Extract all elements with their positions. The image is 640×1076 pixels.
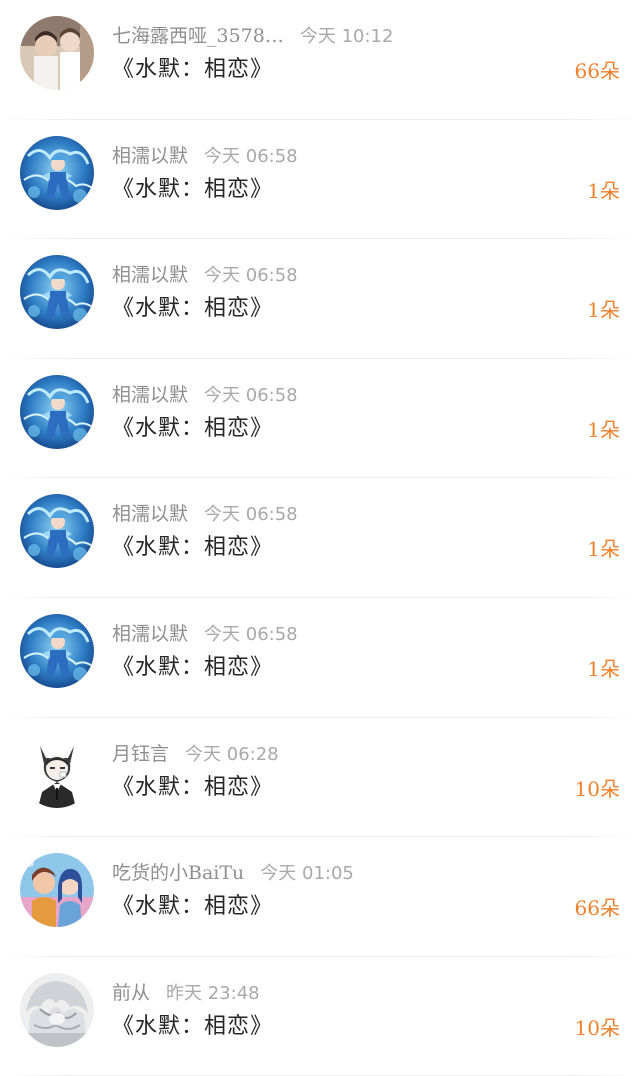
work-title[interactable]: 《水默：相恋》 — [112, 174, 273, 206]
anime-couple-avatar[interactable] — [20, 853, 94, 928]
work-title[interactable]: 《水默：相恋》 — [112, 293, 273, 325]
list-item[interactable]: 前从 昨天 23:48 《水默：相恋》 10朵 — [0, 957, 640, 1076]
list-item[interactable]: 相濡以默 今天 06:58 《水默：相恋》 1朵 — [0, 598, 640, 718]
flower-count: 1朵 — [587, 537, 620, 562]
sender-name[interactable]: 七海露西哑_3578… — [112, 25, 284, 47]
work-title[interactable]: 《水默：相恋》 — [112, 772, 273, 804]
work-title[interactable]: 《水默：相恋》 — [112, 891, 273, 923]
anime-blue-avatar[interactable] — [20, 135, 94, 210]
cat-boy-avatar[interactable] — [20, 733, 94, 808]
anime-blue-avatar[interactable] — [20, 374, 94, 449]
item-meta: 月钰言 今天 06:28 — [112, 740, 279, 768]
gift-record-list: 七海露西哑_3578… 今天 10:12 《水默：相恋》 66朵 相濡以默 今天… — [0, 0, 640, 1076]
item-meta: 相濡以默 今天 06:58 — [112, 142, 298, 170]
sender-name[interactable]: 相濡以默 — [112, 503, 188, 525]
item-meta: 相濡以默 今天 06:58 — [112, 500, 298, 528]
send-time: 今天 06:58 — [204, 504, 298, 526]
send-time: 今天 06:28 — [185, 743, 279, 765]
send-time: 昨天 23:48 — [166, 982, 260, 1004]
list-item[interactable]: 相濡以默 今天 06:58 《水默：相恋》 1朵 — [0, 359, 640, 479]
sender-name[interactable]: 吃货的小BaiTu — [112, 862, 244, 884]
sender-name[interactable]: 相濡以默 — [112, 623, 188, 645]
list-item[interactable]: 相濡以默 今天 06:58 《水默：相恋》 1朵 — [0, 120, 640, 240]
flower-count: 1朵 — [587, 298, 620, 323]
item-meta: 前从 昨天 23:48 — [112, 979, 260, 1007]
anime-blue-avatar[interactable] — [20, 255, 94, 330]
send-time: 今天 01:05 — [260, 863, 354, 885]
item-meta: 相濡以默 今天 06:58 — [112, 381, 298, 409]
work-title[interactable]: 《水默：相恋》 — [112, 652, 273, 684]
work-title[interactable]: 《水默：相恋》 — [112, 54, 273, 86]
list-item[interactable]: 吃货的小BaiTu 今天 01:05 《水默：相恋》 66朵 — [0, 837, 640, 957]
list-item[interactable]: 相濡以默 今天 06:58 《水默：相恋》 1朵 — [0, 239, 640, 359]
work-title[interactable]: 《水默：相恋》 — [112, 413, 273, 445]
sender-name[interactable]: 相濡以默 — [112, 264, 188, 286]
work-title[interactable]: 《水默：相恋》 — [112, 532, 273, 564]
send-time: 今天 06:58 — [204, 265, 298, 287]
sender-name[interactable]: 相濡以默 — [112, 384, 188, 406]
send-time: 今天 06:58 — [204, 145, 298, 167]
item-meta: 吃货的小BaiTu 今天 01:05 — [112, 859, 354, 887]
item-meta: 相濡以默 今天 06:58 — [112, 620, 298, 648]
list-item[interactable]: 七海露西哑_3578… 今天 10:12 《水默：相恋》 66朵 — [0, 0, 640, 120]
photo-avatar[interactable] — [20, 16, 94, 90]
item-meta: 七海露西哑_3578… 今天 10:12 — [112, 22, 393, 50]
sender-name[interactable]: 前从 — [112, 982, 150, 1004]
anime-blue-avatar[interactable] — [20, 613, 94, 688]
work-title[interactable]: 《水默：相恋》 — [112, 1011, 273, 1043]
send-time: 今天 06:58 — [204, 384, 298, 406]
flower-count: 1朵 — [587, 178, 620, 203]
send-time: 今天 10:12 — [299, 26, 394, 47]
flower-count: 10朵 — [574, 1015, 620, 1040]
flower-count: 66朵 — [574, 59, 620, 83]
sender-name[interactable]: 相濡以默 — [112, 145, 188, 167]
flower-count: 66朵 — [574, 896, 620, 921]
flower-count: 1朵 — [587, 656, 620, 681]
list-item[interactable]: 相濡以默 今天 06:58 《水默：相恋》 1朵 — [0, 478, 640, 598]
flower-count: 1朵 — [587, 417, 620, 442]
flower-count: 10朵 — [574, 776, 620, 801]
item-meta: 相濡以默 今天 06:58 — [112, 261, 298, 289]
silver-hair-avatar[interactable] — [20, 972, 94, 1047]
list-item[interactable]: 月钰言 今天 06:28 《水默：相恋》 10朵 — [0, 718, 640, 838]
anime-blue-avatar[interactable] — [20, 494, 94, 569]
send-time: 今天 06:58 — [204, 623, 298, 645]
sender-name[interactable]: 月钰言 — [112, 743, 169, 765]
